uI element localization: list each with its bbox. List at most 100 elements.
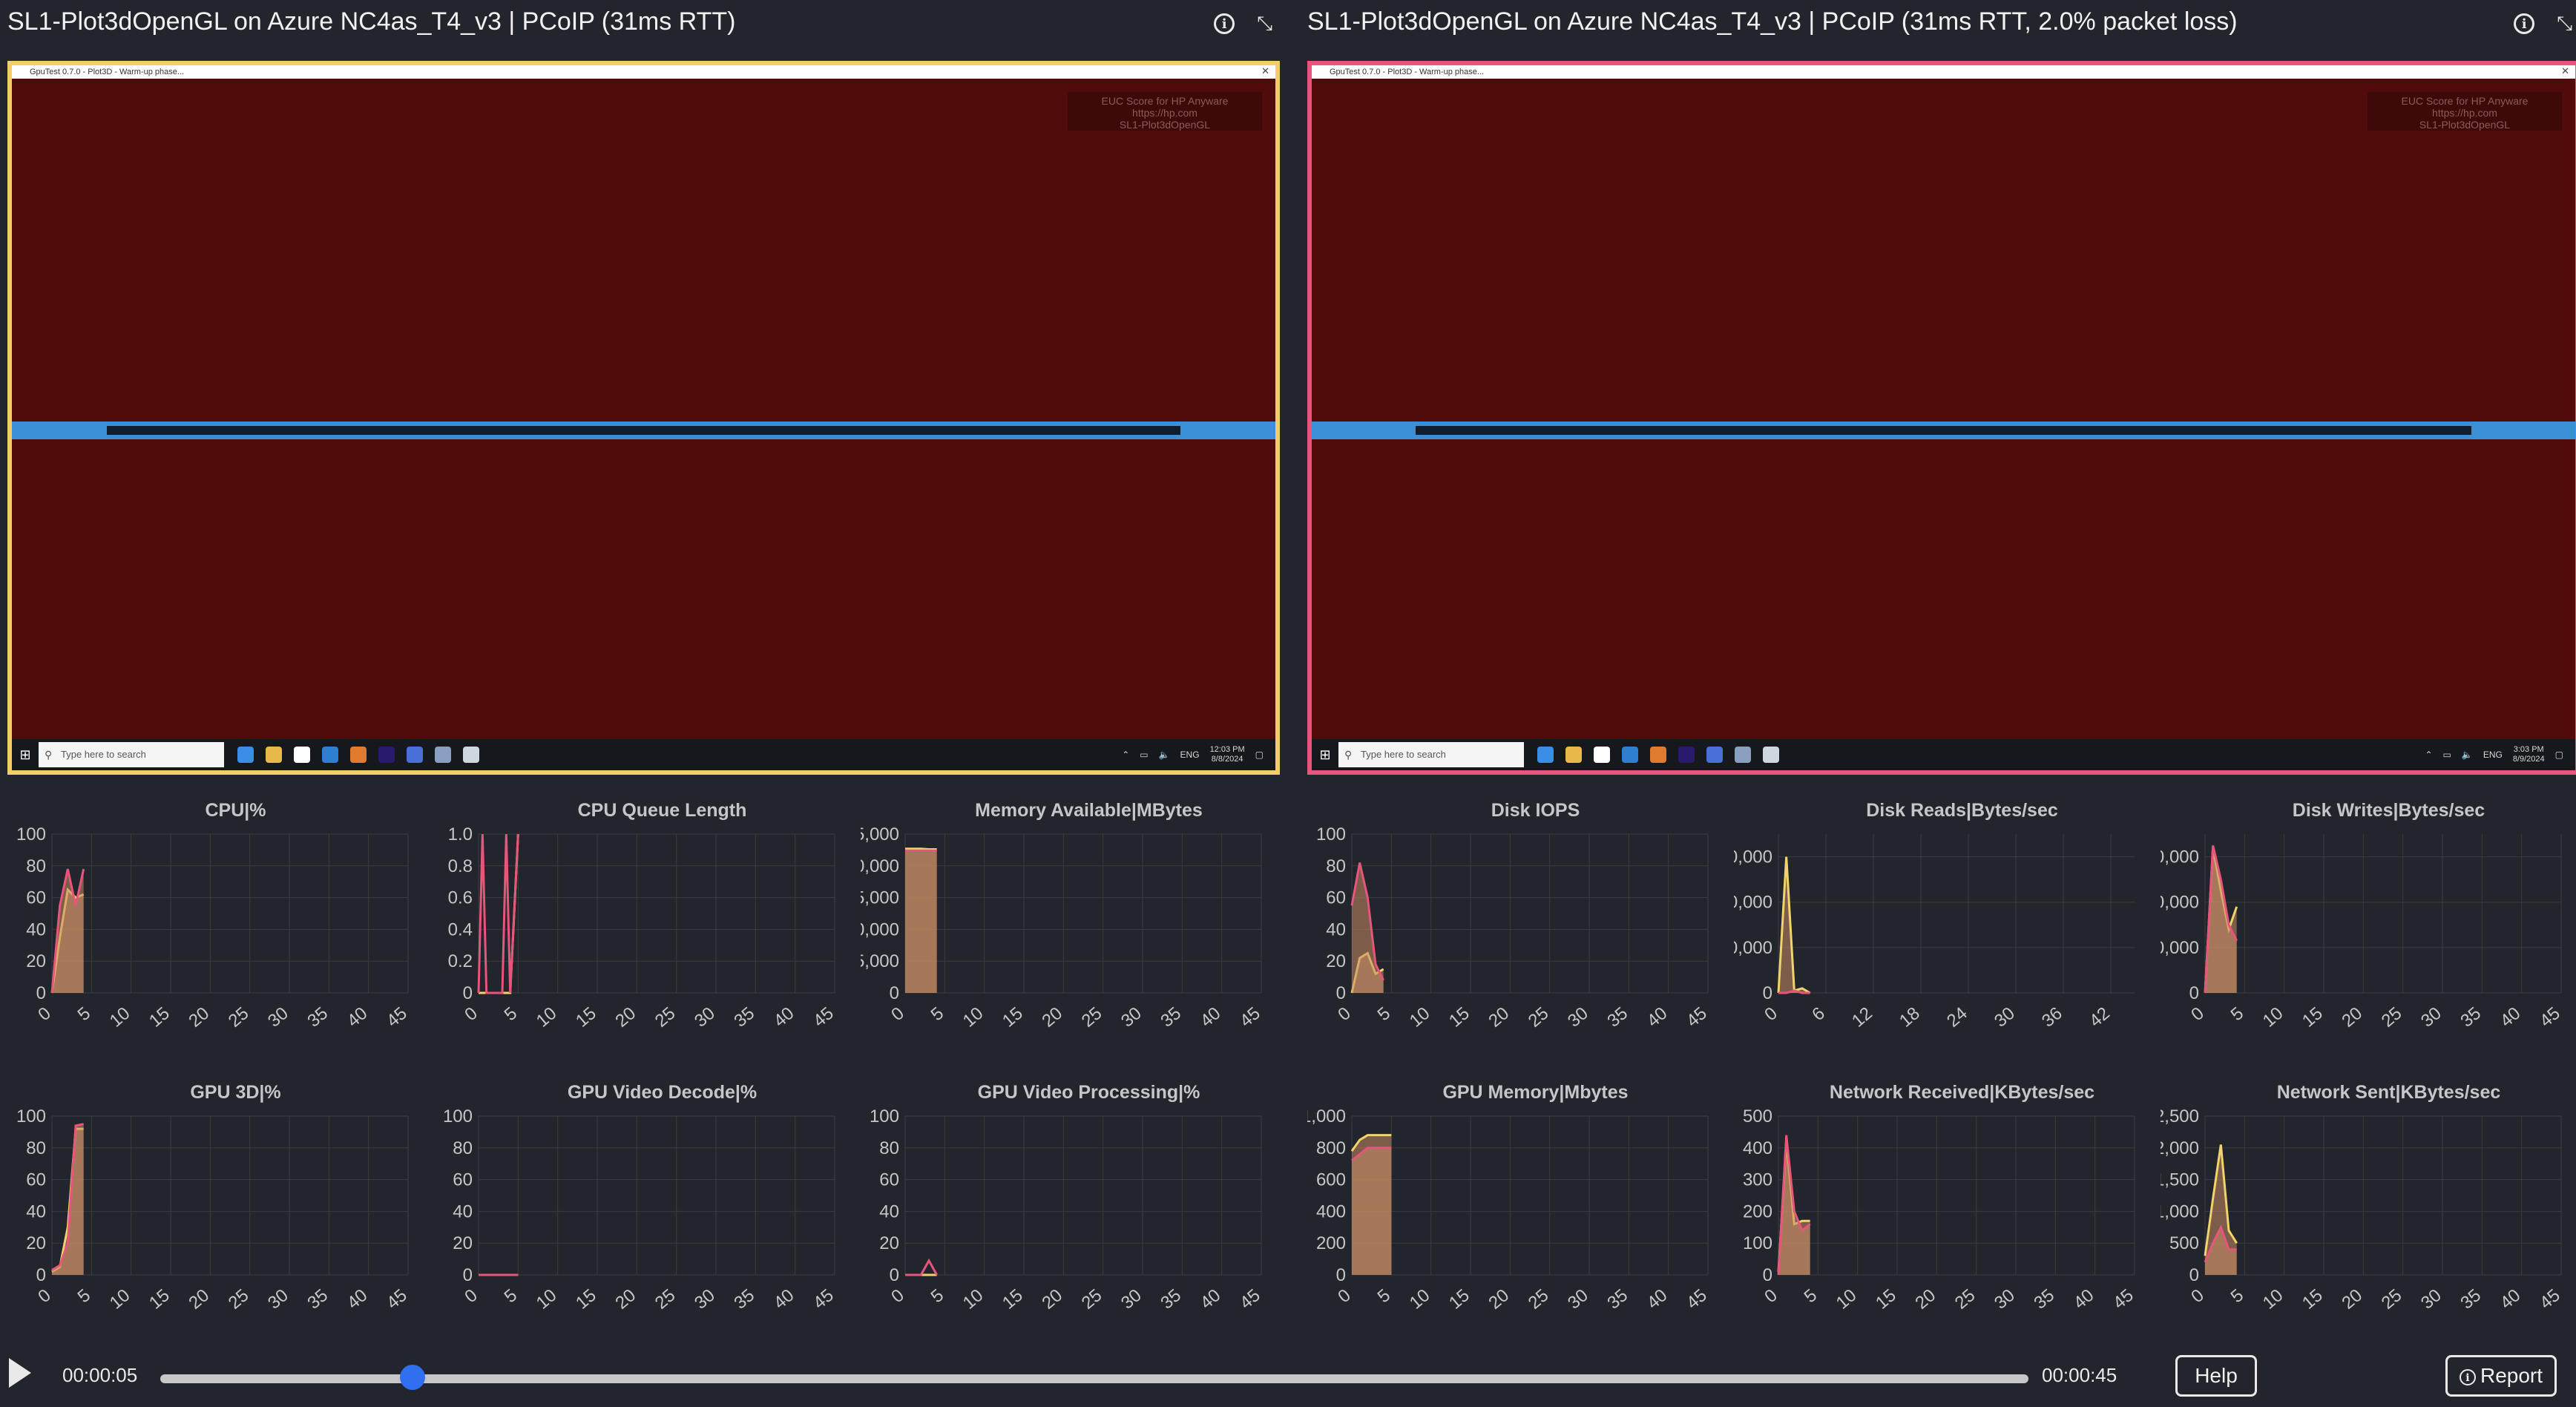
report-button[interactable]: i Report: [2445, 1355, 2557, 1397]
help-button[interactable]: Help: [2175, 1355, 2257, 1397]
language-indicator[interactable]: ENG: [2483, 750, 2503, 760]
mail-icon[interactable]: [1622, 747, 1638, 763]
network-icon[interactable]: ▭: [2443, 750, 2451, 760]
y-tick-label: 0: [463, 1265, 473, 1285]
close-icon[interactable]: ✕: [1261, 65, 1269, 77]
x-tick-label: 15: [572, 1285, 600, 1313]
y-tick-label: 100: [443, 1109, 473, 1126]
chart-svg: 1,200,000 800,000 400,000 00 6 12 18 24 30 36 42: [1734, 834, 2135, 1032]
network-icon[interactable]: ▭: [1140, 750, 1148, 760]
x-tick-label: 25: [1078, 1285, 1106, 1313]
y-tick-label: 60: [1326, 888, 1346, 908]
notification-icon[interactable]: ▢: [1255, 750, 1264, 760]
app-icon[interactable]: [435, 747, 451, 763]
y-tick-label: 600: [1316, 1170, 1346, 1190]
folder-icon[interactable]: [266, 747, 282, 763]
x-tick-label: 0: [1334, 1003, 1355, 1025]
folder-icon[interactable]: [1565, 747, 1582, 763]
store-icon[interactable]: [294, 747, 310, 763]
x-tick-label: 35: [2457, 1285, 2485, 1313]
series-area: [905, 850, 937, 993]
chart-title: Disk Writes|Bytes/sec: [2292, 800, 2485, 821]
play-icon[interactable]: [9, 1358, 31, 1388]
gputest-icon[interactable]: [463, 747, 479, 763]
x-tick-label: 25: [651, 1285, 680, 1313]
x-tick-label: 45: [809, 1285, 838, 1313]
x-tick-label: 40: [344, 1003, 372, 1032]
volume-icon[interactable]: 🔈: [1159, 750, 1170, 760]
search-icon: ⚲: [45, 749, 53, 761]
language-indicator[interactable]: ENG: [1180, 750, 1200, 760]
taskbar-clock[interactable]: 12:03 PM 8/8/2024: [1210, 745, 1245, 764]
x-tick-label: 35: [2457, 1003, 2485, 1032]
x-tick-label: 30: [2417, 1003, 2445, 1032]
notification-icon[interactable]: ▢: [2555, 750, 2563, 760]
close-icon[interactable]: ✕: [2561, 65, 2569, 77]
info-icon[interactable]: i: [1214, 13, 1235, 34]
windows-start-icon[interactable]: ⊞: [1312, 747, 1338, 763]
x-tick-label: 35: [1157, 1285, 1185, 1313]
expand-icon[interactable]: ⤡: [1257, 12, 1272, 36]
x-tick-label: 45: [1236, 1285, 1264, 1313]
x-tick-label: 0: [461, 1003, 482, 1025]
mail-icon[interactable]: [322, 747, 338, 763]
taskbar-search-input[interactable]: ⚲ Type here to search: [39, 742, 224, 767]
x-tick-label: 15: [1445, 1285, 1473, 1313]
volume-icon[interactable]: 🔈: [2462, 750, 2473, 760]
y-tick-label: 40: [26, 919, 46, 939]
app-icon[interactable]: [407, 747, 423, 763]
x-tick-label: 15: [1872, 1285, 1900, 1313]
app-icon[interactable]: [1735, 747, 1751, 763]
expand-icon[interactable]: ⤡: [2557, 12, 2572, 36]
edge-icon[interactable]: [237, 747, 254, 763]
x-tick-label: 30: [264, 1003, 292, 1032]
info-icon[interactable]: i: [2514, 13, 2535, 34]
taskbar-search-input[interactable]: ⚲ Type here to search: [1338, 742, 1524, 767]
x-tick-label: 30: [264, 1285, 292, 1313]
timeline-track[interactable]: [160, 1374, 2028, 1383]
y-tick-label: 0: [1336, 983, 1346, 1003]
app-icon[interactable]: [350, 747, 367, 763]
chart-svg: 1008060402000 5 10 15 20 25 30 35 40 45: [870, 1109, 1264, 1313]
y-tick-label: 0: [1763, 983, 1772, 1003]
chart-title: GPU Memory|Mbytes: [1442, 1082, 1629, 1103]
x-tick-label: 25: [2378, 1285, 2406, 1313]
x-tick-label: 20: [611, 1003, 640, 1032]
left-pane: SL1-Plot3dOpenGL on Azure NC4as_T4_v3 | …: [7, 0, 1280, 787]
y-tick-label: 60: [453, 1170, 473, 1190]
x-tick-label: 45: [383, 1285, 411, 1313]
x-tick-label: 10: [1406, 1003, 1434, 1032]
app-icon[interactable]: [1706, 747, 1723, 763]
x-tick-label: 5: [1374, 1003, 1395, 1025]
store-icon[interactable]: [1594, 747, 1610, 763]
x-tick-label: 0: [2187, 1003, 2208, 1025]
x-tick-label: 20: [2338, 1285, 2366, 1313]
timeline-thumb[interactable]: [399, 1365, 425, 1390]
y-tick-label: 100: [1316, 827, 1346, 844]
y-tick-label: 0: [36, 983, 46, 1003]
y-tick-label: 40: [453, 1201, 473, 1221]
chevron-up-icon[interactable]: ⌃: [2425, 750, 2432, 760]
chart-title: CPU Queue Length: [577, 800, 747, 821]
taskbar-clock[interactable]: 3:03 PM 8/9/2024: [2513, 745, 2545, 764]
edge-icon[interactable]: [1537, 747, 1554, 763]
gputest-icon[interactable]: [1763, 747, 1779, 763]
chart-svg: 600,000400,000200,0000051015202530354045: [2161, 834, 2564, 1032]
x-tick-label: 25: [1078, 1003, 1106, 1032]
x-tick-label: 40: [770, 1285, 798, 1313]
series-line: [905, 847, 937, 851]
app-icon[interactable]: [1650, 747, 1666, 763]
x-tick-label: 15: [999, 1003, 1027, 1032]
x-tick-label: 30: [1117, 1003, 1146, 1032]
x-tick-label: 10: [959, 1285, 988, 1313]
series-area: [52, 1124, 84, 1275]
chevron-up-icon[interactable]: ⌃: [1122, 750, 1129, 760]
premiere-icon[interactable]: [1678, 747, 1695, 763]
x-tick-label: 25: [2378, 1003, 2406, 1032]
x-tick-label: 30: [1564, 1285, 1592, 1313]
x-tick-label: 0: [34, 1003, 55, 1025]
x-tick-label: 5: [1374, 1285, 1395, 1307]
x-tick-label: 30: [1991, 1003, 2019, 1032]
premiere-icon[interactable]: [378, 747, 395, 763]
windows-start-icon[interactable]: ⊞: [12, 747, 39, 763]
